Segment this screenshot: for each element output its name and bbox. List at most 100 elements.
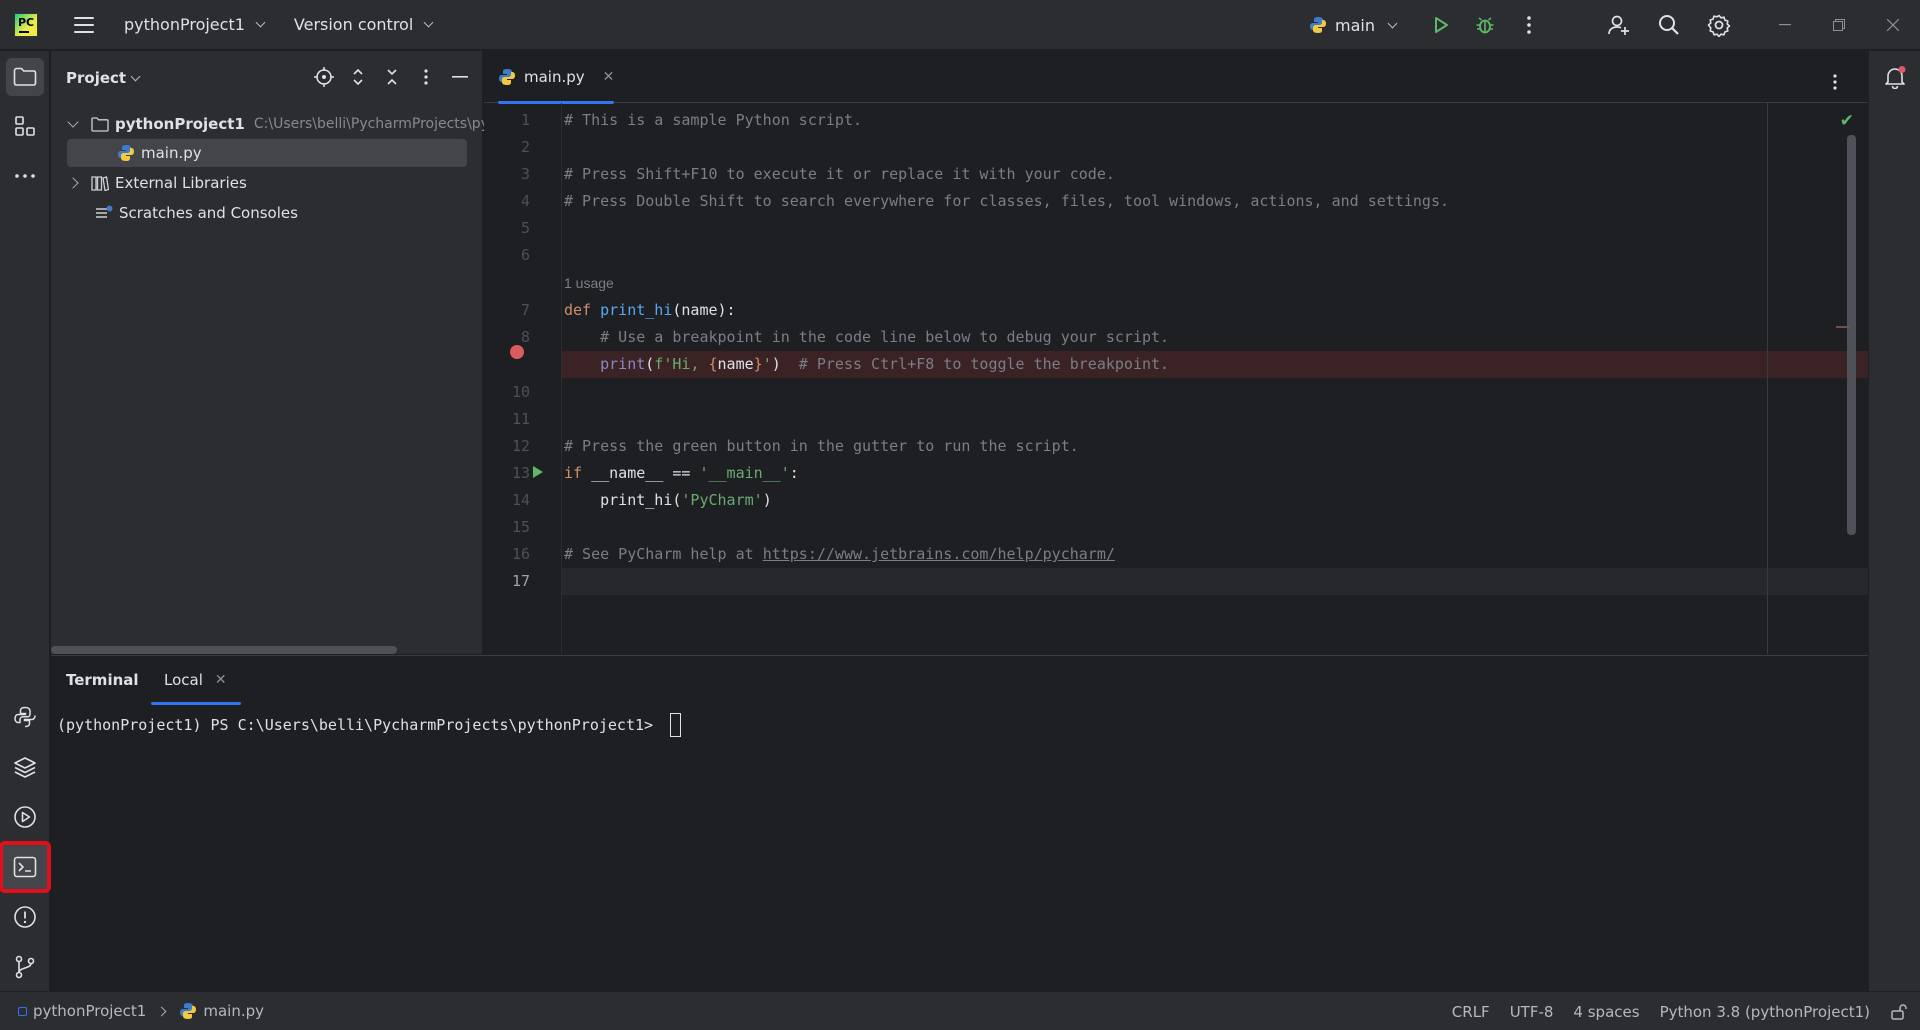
line-number: 6 [520,246,530,264]
code-line-17-current [562,568,1868,595]
problems-tool-button[interactable] [6,898,44,936]
terminal-title: Terminal [66,671,139,689]
main-menu-button[interactable] [74,16,94,33]
vcs-menu[interactable]: Version control [294,15,436,34]
code-line-7: def print_hi(name): [562,297,1768,324]
pycharm-window: PC pythonProject1 Version control main P… [0,0,1920,1030]
function-name: print_hi [600,301,673,319]
chevron-down-icon [1387,18,1398,28]
code-token: ( [645,355,655,373]
settings-button[interactable] [1704,10,1734,40]
bell-icon [1885,66,1906,89]
code-area[interactable]: # This is a sample Python script. # Pres… [562,103,1868,654]
close-tab-icon[interactable]: ✕ [215,672,227,688]
code-line-12: # Press the green button in the gutter t… [564,437,1079,455]
project-tool-button[interactable] [6,58,44,96]
line-number: 2 [520,138,530,156]
indent-widget[interactable]: 4 spaces [1573,1003,1639,1021]
code-line-14: print_hi('PyCharm') [562,487,1768,514]
code-token: name [717,355,754,373]
terminal-tab-local[interactable]: Local ✕ [151,656,241,705]
debug-button[interactable] [1470,10,1500,40]
structure-tool-button[interactable] [6,107,44,145]
terminal-output[interactable]: (pythonProject1) PS C:\Users\belli\Pycha… [57,713,682,737]
terminal-tool-button[interactable] [0,841,51,893]
breadcrumb-project[interactable]: pythonProject1 [18,1002,146,1020]
encoding-widget[interactable]: UTF-8 [1510,1003,1554,1021]
tree-item-external-libraries[interactable]: External Libraries [67,169,247,197]
services-button[interactable] [6,798,44,836]
line-number: 5 [520,219,530,237]
expand-icon [353,68,363,86]
more-tools-button[interactable] [6,157,44,195]
python-console-button[interactable] [6,698,44,736]
line-number: 16 [511,545,530,563]
search-everywhere-button[interactable] [1654,10,1684,40]
terminal-header: Terminal Local ✕ [51,656,1868,705]
run-button[interactable] [1426,10,1456,40]
expand-all-button[interactable] [346,65,370,89]
restore-button[interactable] [1812,0,1866,50]
run-configuration-selector[interactable]: main [1309,16,1400,35]
usage-hint[interactable]: 1 usage [564,275,614,291]
breakpoint-stripe-marker[interactable] [1836,326,1850,328]
locate-file-button[interactable] [312,65,336,89]
run-gutter-icon[interactable] [532,465,544,479]
unlock-icon[interactable] [1890,1003,1908,1021]
python-packages-button[interactable] [6,748,44,786]
project-switcher[interactable]: pythonProject1 [124,15,268,34]
git-tool-button[interactable] [6,948,44,986]
no-problems-check-icon[interactable]: ✔ [1840,111,1854,131]
chevron-right-icon [67,177,79,189]
scratches-label: Scratches and Consoles [119,204,298,222]
code-with-me-button[interactable] [1604,10,1634,40]
notifications-button[interactable] [1876,58,1914,96]
project-panel-header: Project [51,51,482,105]
panel-options-button[interactable] [414,65,438,89]
more-actions-button[interactable] [1514,10,1544,40]
tree-item-project-root[interactable]: pythonProject1 C:\Users\belli\PycharmPro… [67,110,489,138]
tree-item-main-py[interactable]: main.py [67,139,467,167]
line-number: 7 [520,301,530,319]
interpreter-widget[interactable]: Python 3.8 (pythonProject1) [1660,1003,1870,1021]
editor-gutter[interactable]: 1 2 3 4 5 6 7 8 10 11 12 13 14 15 16 17 [484,103,562,654]
collapse-all-button[interactable] [380,65,404,89]
editor-vertical-scrollbar[interactable] [1847,135,1856,535]
builtin-print: print [600,355,646,373]
chevron-down-icon [255,17,266,28]
help-link[interactable]: https://www.jetbrains.com/help/pycharm/ [763,545,1115,563]
minimize-button[interactable] [1758,0,1812,50]
right-tool-strip [1868,51,1920,991]
kebab-icon [1527,16,1531,34]
search-icon [1659,15,1679,35]
breakpoint-icon[interactable] [510,345,524,359]
line-separator-widget[interactable]: CRLF [1452,1003,1490,1021]
add-user-icon [1608,15,1629,35]
layers-icon [14,757,36,778]
close-window-button[interactable] [1866,0,1920,50]
line-number: 12 [511,437,530,455]
line-number: 4 [520,192,530,210]
kebab-icon [1833,74,1837,90]
project-view-selector[interactable]: Project [66,69,143,87]
gear-icon [1707,14,1731,37]
minimize-icon [1779,24,1791,26]
code-line-1: # This is a sample Python script. [564,111,863,129]
vcs-menu-label: Version control [293,15,414,34]
file-name: main.py [141,144,202,162]
editor-tab-main-py[interactable]: main.py ✕ [498,51,615,104]
editor-tabs-options-button[interactable] [1820,67,1850,97]
hide-panel-button[interactable] [448,65,472,89]
breadcrumb-file[interactable]: main.py [179,1002,264,1020]
close-tab-icon[interactable]: ✕ [603,69,615,85]
chevron-right-icon [156,1006,167,1016]
run-config-name: main [1335,15,1375,35]
string-token: f'Hi, [654,355,709,373]
run-icon [1435,17,1448,33]
external-libraries-label: External Libraries [115,174,247,192]
breadcrumb-project-label: pythonProject1 [33,1002,147,1020]
title-bar: PC pythonProject1 Version control main [0,0,1920,50]
tree-item-scratches[interactable]: Scratches and Consoles [95,199,298,227]
project-horizontal-scrollbar[interactable] [51,646,397,654]
